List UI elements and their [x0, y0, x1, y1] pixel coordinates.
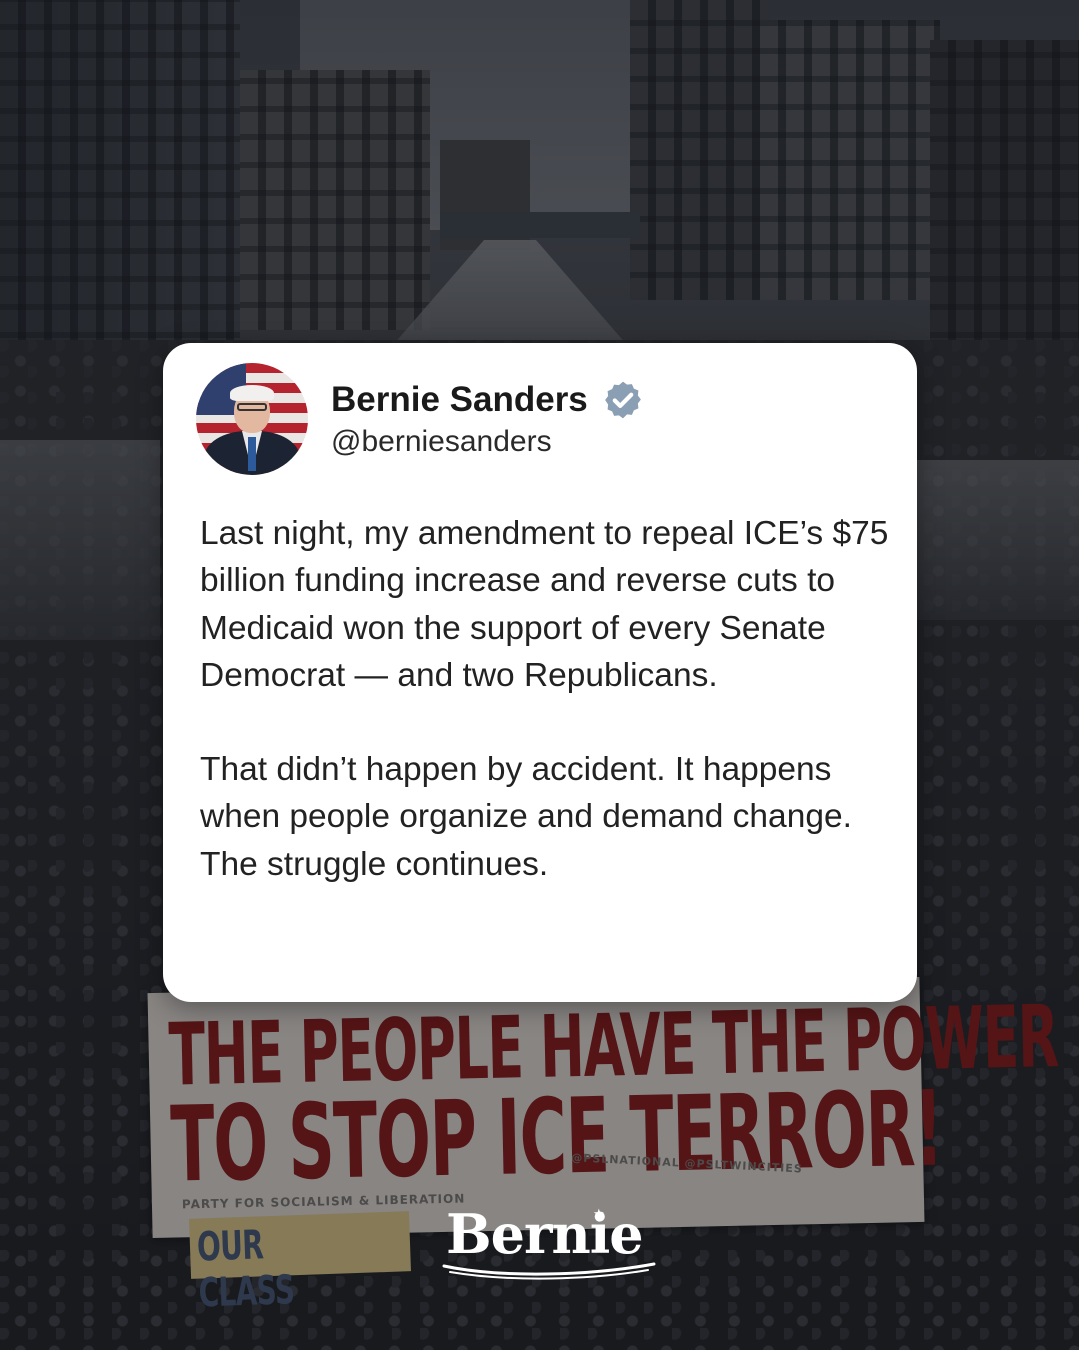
post-paragraph: Last night, my amendment to repeal ICE’s…: [200, 515, 889, 694]
verified-badge-icon: [604, 381, 641, 419]
post-card: Bernie Sanders @berniesanders Last night…: [163, 343, 917, 1002]
swoosh-icon: [442, 1262, 656, 1280]
post-body: Last night, my amendment to repeal ICE’s…: [200, 510, 890, 888]
author-row: Bernie Sanders: [331, 379, 644, 421]
post-paragraph: That didn’t happen by accident. It happe…: [200, 751, 852, 883]
avatar[interactable]: [196, 363, 308, 475]
brand-logo: Bernie ★: [440, 1202, 660, 1282]
logo-wordmark: Bernie: [446, 1202, 644, 1266]
star-icon: ★: [593, 1206, 605, 1221]
author-name[interactable]: Bernie Sanders: [331, 380, 588, 420]
author-handle[interactable]: @berniesanders: [331, 425, 552, 459]
